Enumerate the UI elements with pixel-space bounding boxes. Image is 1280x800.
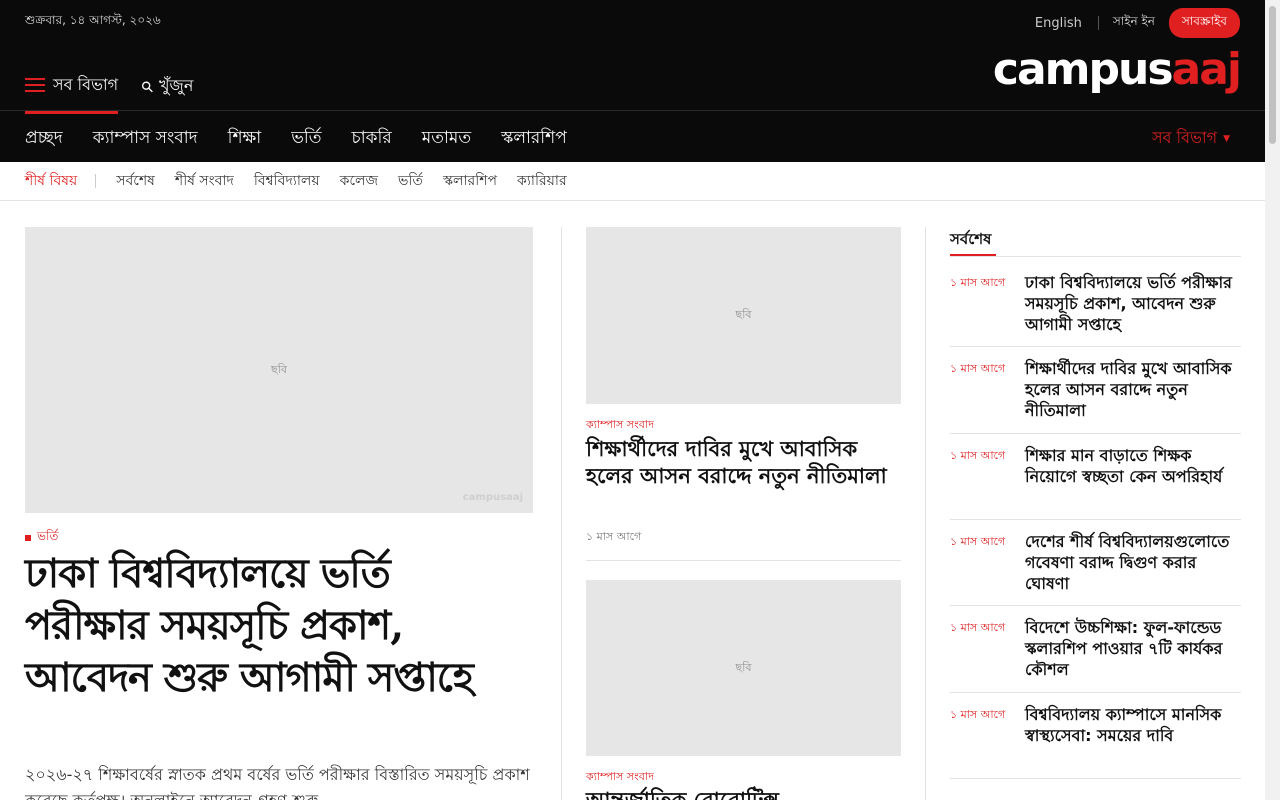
story-image[interactable]: ছবি bbox=[586, 227, 901, 404]
latest-item-time: ১ মাস আগে bbox=[950, 449, 1006, 462]
lead-category[interactable]: ভর্তি bbox=[25, 528, 58, 548]
story-headline[interactable]: আন্তর্জাতিক রোবোটিক্স bbox=[586, 786, 901, 800]
latest-item[interactable]: ১ মাস আগে দেশের শীর্ষ বিশ্ববিদ্যালয়গুলো… bbox=[950, 531, 1241, 594]
story-headline[interactable]: শিক্ষার্থীদের দাবির মুখে আবাসিক হলের আসন… bbox=[586, 435, 901, 489]
scrollbar-thumb[interactable] bbox=[1269, 6, 1276, 144]
all-sections-label: সব বিভাগ bbox=[53, 75, 119, 94]
latest-item[interactable]: ১ মাস আগে বিদেশে উচ্চশিক্ষা: ফুল-ফান্ডেড… bbox=[950, 617, 1241, 680]
subnav-item-admission[interactable]: ভর্তি bbox=[398, 169, 423, 193]
signin-link[interactable]: সাইন ইন bbox=[1113, 13, 1155, 33]
language-link[interactable]: English bbox=[1035, 16, 1082, 31]
nav-item-home[interactable]: প্রচ্ছদ bbox=[25, 125, 63, 153]
latest-item[interactable]: ১ মাস আগে ঢাকা বিশ্ববিদ্যালয়ে ভর্তি পরী… bbox=[950, 272, 1241, 335]
nav-item-opinion[interactable]: মতামত bbox=[422, 125, 471, 153]
latest-item-title[interactable]: বিদেশে উচ্চশিক্ষা: ফুল-ফান্ডেড স্কলারশিপ… bbox=[1025, 617, 1241, 680]
divider bbox=[1097, 16, 1099, 30]
latest-item-title[interactable]: দেশের শীর্ষ বিশ্ববিদ্যালয়গুলোতে গবেষণা … bbox=[1025, 531, 1241, 594]
image-placeholder-label: ছবি bbox=[735, 660, 752, 674]
latest-separator bbox=[950, 346, 1241, 347]
story-category[interactable]: ক্যাম্পাস সংবাদ bbox=[586, 416, 654, 435]
latest-item-time: ১ মাস আগে bbox=[950, 535, 1006, 548]
latest-item-time: ১ মাস আগে bbox=[950, 276, 1006, 289]
header-divider bbox=[0, 110, 1265, 111]
latest-item-title[interactable]: শিক্ষার মান বাড়াতে শিক্ষক নিয়োগে স্বচ্… bbox=[1025, 445, 1241, 487]
nav-item-jobs[interactable]: চাকরি bbox=[352, 125, 392, 153]
subscribe-button[interactable]: সাবস্ক্রাইব bbox=[1168, 8, 1240, 38]
main-nav: প্রচ্ছদ ক্যাম্পাস সংবাদ শিক্ষা ভর্তি চাক… bbox=[25, 125, 597, 153]
latest-item-title[interactable]: শিক্ষার্থীদের দাবির মুখে আবাসিক হলের আসন… bbox=[1025, 358, 1241, 421]
sub-nav: শীর্ষ বিষয় সর্বশেষ শীর্ষ সংবাদ বিশ্ববিদ… bbox=[0, 162, 1265, 201]
nav-item-education[interactable]: শিক্ষা bbox=[228, 125, 262, 153]
site-logo[interactable]: campusaaj bbox=[992, 42, 1242, 98]
lead-summary: ২০২৬-২৭ শিক্ষাবর্ষের স্নাতক প্রথম বর্ষের… bbox=[25, 765, 530, 800]
story-image[interactable]: ছবি bbox=[586, 580, 901, 756]
subnav-item-college[interactable]: কলেজ bbox=[340, 169, 378, 193]
latest-heading-rule bbox=[950, 256, 1241, 257]
search-icon: ⚲ bbox=[137, 76, 158, 97]
latest-heading: সর্বশেষ bbox=[950, 230, 992, 248]
hamburger-icon bbox=[25, 78, 45, 92]
header-top-right: English সাইন ইন সাবস্ক্রাইব bbox=[1035, 8, 1240, 38]
hot-topics-label: শীর্ষ বিষয় bbox=[25, 173, 78, 189]
caret-down-icon: ▼ bbox=[1223, 133, 1230, 144]
lead-headline[interactable]: ঢাকা বিশ্ববিদ্যালয়ে ভর্তি পরীক্ষার সময়… bbox=[25, 548, 525, 704]
subnav-item-university[interactable]: বিশ্ববিদ্যালয় bbox=[254, 169, 320, 193]
lead-category-label: ভর্তি bbox=[37, 529, 59, 543]
subnav-item-scholarship[interactable]: স্কলারশিপ bbox=[443, 169, 497, 193]
image-placeholder-label: ছবি bbox=[271, 362, 287, 376]
latest-separator bbox=[950, 433, 1241, 434]
nav-item-campus-news[interactable]: ক্যাম্পাস সংবাদ bbox=[93, 125, 198, 153]
category-square-icon bbox=[25, 535, 31, 541]
latest-item-time: ১ মাস আগে bbox=[950, 362, 1006, 375]
latest-separator bbox=[950, 605, 1241, 606]
lead-image[interactable]: ছবি campusaaj bbox=[25, 227, 533, 513]
site-header: শুক্রবার, ১৪ আগস্ট, ২০২৬ English সাইন ইন… bbox=[0, 0, 1265, 162]
nav-item-admission[interactable]: ভর্তি bbox=[291, 125, 321, 153]
latest-item[interactable]: ১ মাস আগে বিশ্ববিদ্যালয় ক্যাম্পাসে মানস… bbox=[950, 704, 1241, 746]
watermark: campusaaj bbox=[462, 492, 523, 503]
all-sections-dropdown[interactable]: সব বিভাগ ▼ bbox=[1152, 125, 1230, 152]
latest-separator bbox=[950, 519, 1241, 520]
column-divider bbox=[925, 227, 926, 800]
subnav-item-career[interactable]: ক্যারিয়ার bbox=[517, 169, 567, 193]
latest-item[interactable]: ১ মাস আগে শিক্ষার্থীদের দাবির মুখে আবাসি… bbox=[950, 358, 1241, 421]
search-label: খুঁজুন bbox=[159, 76, 194, 95]
latest-item[interactable]: ১ মাস আগে শিক্ষার মান বাড়াতে শিক্ষক নিয… bbox=[950, 445, 1241, 487]
story-time: ১ মাস আগে bbox=[586, 530, 642, 543]
story-separator bbox=[586, 560, 901, 561]
divider bbox=[95, 174, 97, 188]
logo-campus: campus bbox=[992, 44, 1174, 95]
subnav-item-latest[interactable]: সর্বশেষ bbox=[116, 169, 155, 193]
subnav-item-top-news[interactable]: শীর্ষ সংবাদ bbox=[175, 169, 234, 193]
image-placeholder-label: ছবি bbox=[735, 308, 752, 321]
nav-item-scholarship[interactable]: স্কলারশিপ bbox=[501, 125, 567, 153]
header-date: শুক্রবার, ১৪ আগস্ট, ২০২৬ bbox=[25, 13, 161, 27]
latest-item-title[interactable]: ঢাকা বিশ্ববিদ্যালয়ে ভর্তি পরীক্ষার সময়… bbox=[1025, 272, 1241, 335]
all-sections-button[interactable]: সব বিভাগ bbox=[25, 72, 119, 114]
logo-aaj: aaj bbox=[1171, 44, 1242, 95]
latest-separator bbox=[950, 778, 1241, 779]
latest-item-time: ১ মাস আগে bbox=[950, 621, 1006, 634]
latest-item-time: ১ মাস আগে bbox=[950, 708, 1006, 721]
all-sections-dropdown-label: সব বিভাগ bbox=[1151, 128, 1218, 147]
latest-item-title[interactable]: বিশ্ববিদ্যালয় ক্যাম্পাসে মানসিক স্বাস্থ… bbox=[1025, 704, 1241, 746]
column-divider bbox=[561, 227, 562, 800]
latest-separator bbox=[950, 692, 1241, 693]
story-category[interactable]: ক্যাম্পাস সংবাদ bbox=[586, 768, 654, 787]
search-button[interactable]: ⚲ খুঁজুন bbox=[137, 73, 194, 100]
